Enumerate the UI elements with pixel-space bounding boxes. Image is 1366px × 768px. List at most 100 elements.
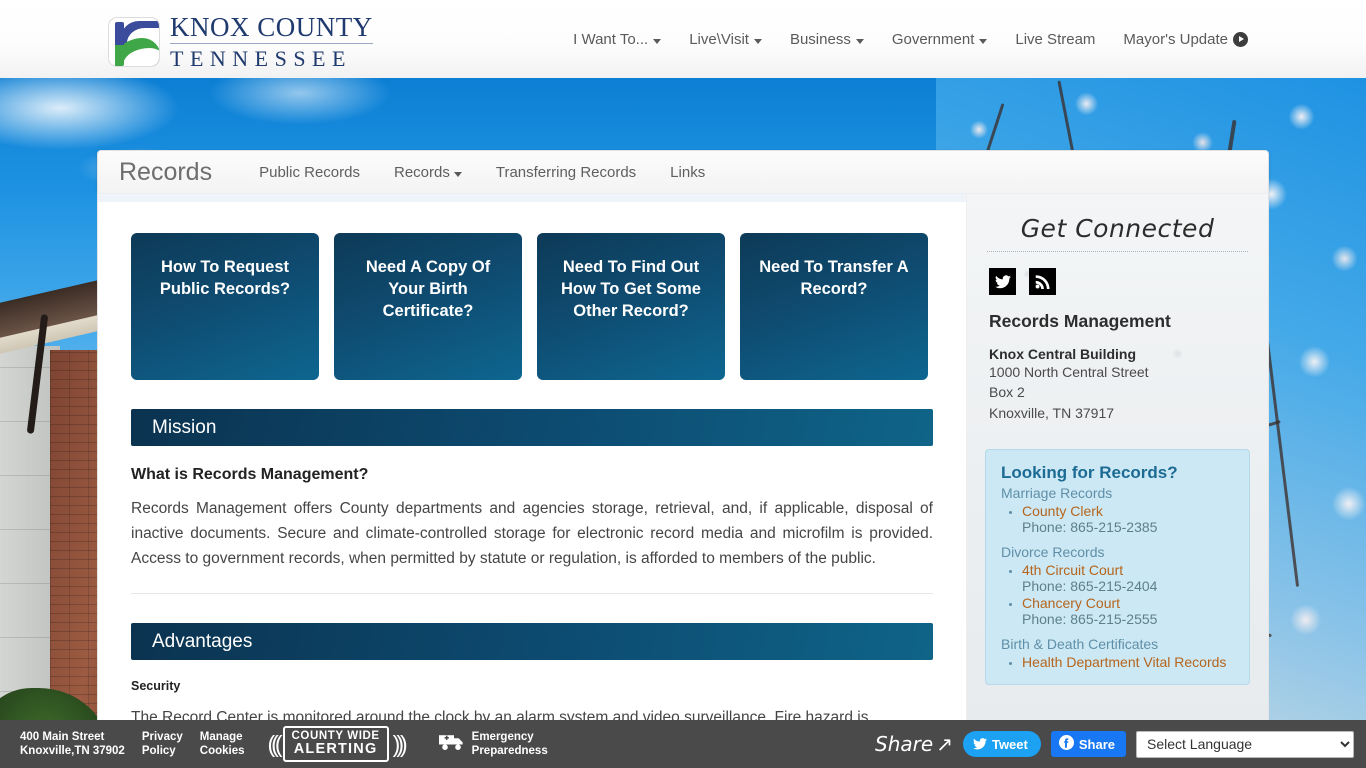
tab-public-records[interactable]: Public Records (242, 164, 377, 181)
records-group-label-divorce: Divorce Records (1001, 543, 1105, 560)
address-line-2: Box 2 (989, 384, 1025, 401)
card-need-to-transfer-record[interactable]: Need To Transfer A Record? (740, 233, 928, 380)
nav-item-i-want-to[interactable]: I Want To... (559, 31, 675, 48)
records-group-list: County Clerk Phone: 865-215-2385 (1022, 503, 1234, 535)
nav-item-government[interactable]: Government (878, 31, 1002, 48)
logo-line-1: KNOX COUNTY (170, 12, 373, 44)
emergency-line-1: Emergency (471, 730, 534, 743)
footer-address-line-1: 400 Main Street (20, 730, 105, 743)
county-wide-alerting-link[interactable]: ((( COUNTY WIDE ALERTING ))) (267, 726, 408, 762)
county-wide-alerting-logo: COUNTY WIDE ALERTING (282, 726, 389, 762)
tab-label: Public Records (259, 163, 360, 181)
advantages-section-header: Advantages (131, 623, 933, 661)
ambulance-icon (438, 732, 465, 756)
list-item: Chancery Court Phone: 865-215-2555 (1022, 595, 1234, 627)
tab-links[interactable]: Links (653, 164, 722, 181)
manage-cookies-link[interactable]: Manage Cookies (200, 730, 245, 759)
tweet-label: Tweet (991, 736, 1028, 752)
chevron-down-icon (855, 38, 864, 44)
chevron-down-icon (653, 38, 662, 44)
sidebar-column: Get Connected Records Management Knox Ce… (966, 194, 1268, 727)
mission-section-header: Mission (131, 409, 933, 446)
facebook-share-button[interactable]: Share (1050, 731, 1126, 757)
divider (987, 251, 1248, 252)
records-link-4th-circuit-court[interactable]: 4th Circuit Court (1022, 562, 1234, 578)
page-title: Records (119, 157, 213, 186)
records-group-list: Health Department Vital Records (1022, 654, 1234, 670)
chevron-down-icon (753, 38, 762, 44)
tab-label: Records (393, 163, 450, 181)
footer-right-group: Share ↗ Tweet Share Select Language (875, 730, 1366, 758)
manage-cookies-line-1: Manage (199, 730, 243, 743)
department-name: Records Management (989, 311, 1171, 331)
language-select[interactable]: Select Language (1136, 730, 1354, 758)
footer-address-line-2: Knoxville,TN 37902 (20, 745, 125, 757)
nav-item-mayors-update[interactable]: Mayor's Update (1109, 31, 1262, 48)
list-item: 4th Circuit Court Phone: 865-215-2404 (1022, 562, 1234, 594)
signal-waves-left-icon: ((( (267, 730, 283, 757)
get-connected-title: Get Connected (1020, 214, 1215, 243)
address-line-3: Knoxville, TN 37917 (989, 404, 1115, 421)
facebook-icon (1058, 735, 1074, 753)
cwa-line-2: ALERTING (293, 741, 378, 758)
emergency-preparedness-link[interactable]: Emergency Preparedness (438, 730, 548, 759)
rss-icon[interactable] (1029, 268, 1056, 295)
footer-left-group: 400 Main Street Knoxville,TN 37902 Priva… (0, 726, 548, 762)
tab-label: Links (670, 163, 706, 181)
privacy-policy-link[interactable]: Privacy Policy (142, 730, 183, 759)
tab-records[interactable]: Records (377, 164, 479, 181)
card-how-to-get-other-record[interactable]: Need To Find Out How To Get Some Other R… (537, 233, 725, 380)
chevron-down-icon (979, 38, 988, 44)
records-phone: Phone: 865-215-2404 (1022, 577, 1158, 594)
play-circle-icon (1233, 31, 1248, 47)
signal-waves-right-icon: ))) (392, 730, 408, 757)
mission-paragraph: Records Management offers County departm… (131, 500, 933, 568)
knox-county-logo-icon (108, 17, 160, 67)
footer-address: 400 Main Street Knoxville,TN 37902 (20, 730, 125, 759)
nav-label: Mayor's Update (1123, 30, 1228, 48)
list-item: County Clerk Phone: 865-215-2385 (1022, 503, 1234, 535)
records-link-county-clerk[interactable]: County Clerk (1022, 503, 1234, 519)
privacy-policy-line-1: Privacy (141, 730, 183, 743)
tweet-button[interactable]: Tweet (962, 731, 1041, 757)
logo-line-2: TENNESSEE (170, 46, 352, 71)
advantages-subheading: Security (131, 679, 181, 694)
records-box-title: Looking for Records? (1001, 462, 1178, 482)
nav-label: Government (891, 30, 975, 48)
address-line-1: 1000 North Central Street (989, 364, 1149, 380)
nav-label: Live Stream (1015, 30, 1096, 48)
share-text: Share (875, 732, 934, 756)
mission-subheading: What is Records Management? (131, 466, 369, 483)
records-group-label-marriage: Marriage Records (1001, 484, 1113, 501)
nav-label: Live\Visit (689, 30, 749, 48)
records-link-health-department-vital-records[interactable]: Health Department Vital Records (1022, 654, 1234, 670)
nav-item-live-visit[interactable]: Live\Visit (675, 31, 776, 48)
arrow-right-icon: ↗ (936, 732, 953, 756)
looking-for-records-box: Looking for Records? Marriage Records Co… (985, 448, 1250, 685)
records-phone: Phone: 865-215-2385 (1022, 518, 1158, 535)
list-item: Health Department Vital Records (1022, 654, 1234, 670)
emergency-line-2: Preparedness (471, 745, 548, 757)
records-phone: Phone: 865-215-2555 (1022, 610, 1158, 627)
twitter-icon[interactable] (989, 268, 1016, 295)
site-header: KNOX COUNTY TENNESSEE I Want To... Live\… (0, 0, 1366, 78)
nav-label: Business (789, 30, 851, 48)
records-page-panel: Records Public Records Records Transferr… (97, 150, 1269, 728)
facebook-share-label: Share (1078, 736, 1115, 752)
nav-item-live-stream[interactable]: Live Stream (1001, 31, 1109, 48)
address-building: Knox Central Building (989, 346, 1136, 362)
card-need-copy-birth-certificate[interactable]: Need A Copy Of Your Birth Certificate? (334, 233, 522, 380)
site-footer: 400 Main Street Knoxville,TN 37902 Priva… (0, 720, 1366, 768)
tab-transferring-records[interactable]: Transferring Records (479, 164, 653, 181)
emergency-preparedness-label: Emergency Preparedness (472, 730, 548, 759)
logo-wordmark: KNOX COUNTY TENNESSEE (170, 14, 373, 70)
manage-cookies-line-2: Cookies (199, 745, 245, 757)
card-how-to-request-public-records[interactable]: How To Request Public Records? (131, 233, 319, 380)
records-link-chancery-court[interactable]: Chancery Court (1022, 595, 1234, 611)
site-logo[interactable]: KNOX COUNTY TENNESSEE (108, 14, 373, 70)
privacy-policy-line-2: Policy (141, 745, 176, 757)
records-group-list: 4th Circuit Court Phone: 865-215-2404 Ch… (1022, 562, 1234, 627)
tab-label: Transferring Records (495, 163, 637, 181)
panel-body: How To Request Public Records? Need A Co… (97, 193, 1269, 728)
nav-item-business[interactable]: Business (776, 31, 878, 48)
